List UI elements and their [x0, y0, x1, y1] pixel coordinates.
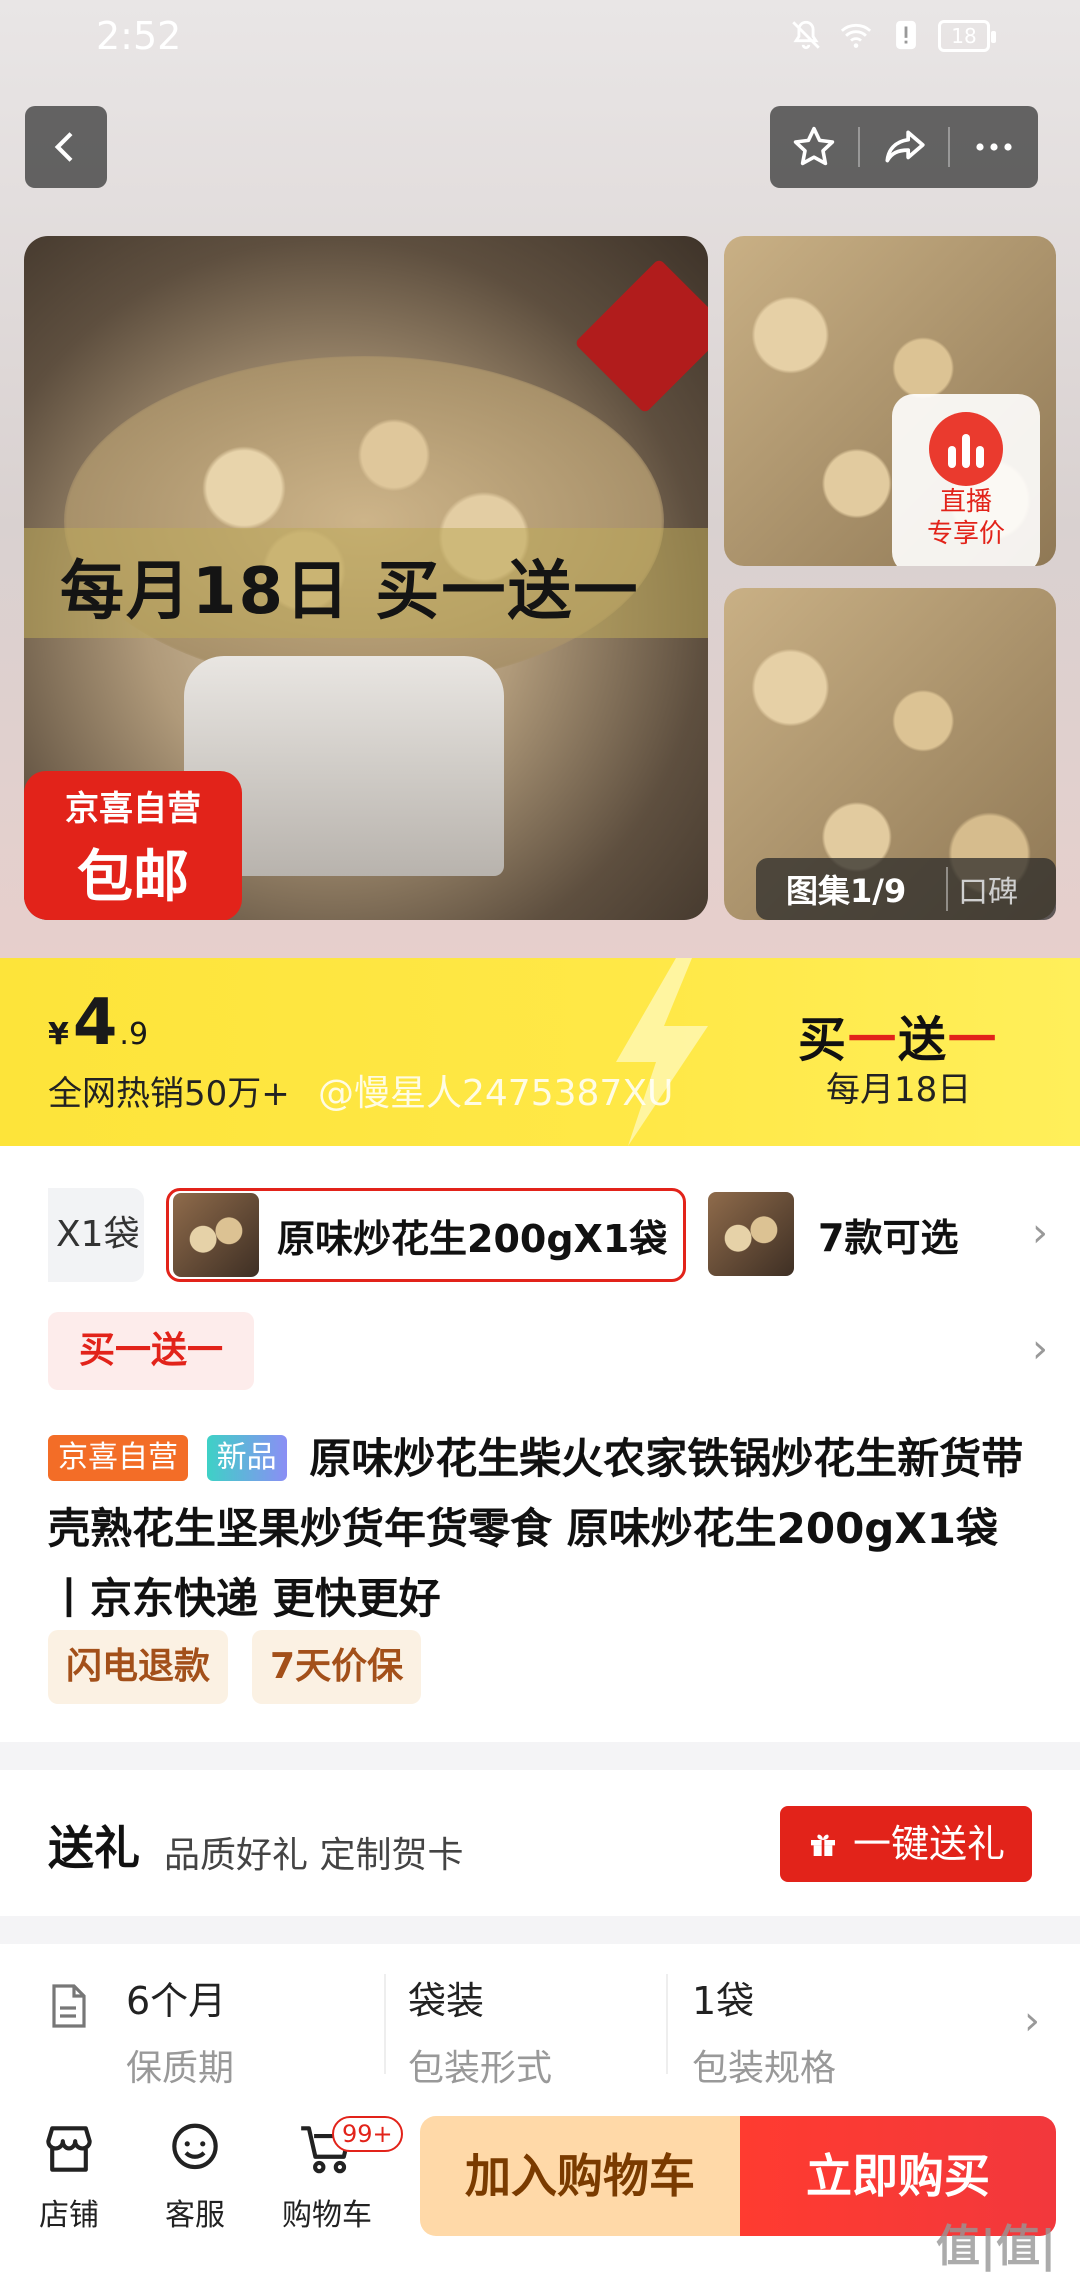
price: ¥ 4 .9: [48, 986, 148, 1060]
sku-thumbnail: [708, 1192, 794, 1276]
chat-icon: [172, 2123, 218, 2170]
spec-value: 6个月: [126, 1979, 227, 2023]
promo-row[interactable]: 买一送一 ›: [48, 1312, 1048, 1390]
store-icon: [46, 2126, 92, 2172]
hot-sales-text: 全网热销50万+: [48, 1074, 290, 1114]
status-time: 2:52: [96, 14, 182, 58]
store-button[interactable]: 店铺: [14, 2118, 124, 2234]
chevron-left-icon: [54, 132, 73, 162]
star-icon: [793, 126, 835, 166]
share-icon: [885, 130, 925, 163]
send-gift-button[interactable]: 一键送礼: [780, 1806, 1032, 1882]
promo-title: 买一送一: [798, 1000, 998, 1070]
gallery-switch[interactable]: 图集1/9 口碑: [756, 858, 1056, 920]
fu-decoration: [574, 258, 708, 414]
spec-key: 包装规格: [692, 2048, 837, 2089]
gift-title: 送礼: [48, 1821, 140, 1875]
header-actions: [770, 106, 1038, 188]
status-bar: 2:52 18: [0, 0, 1080, 80]
gift-section: 送礼 品质好礼 定制贺卡 一键送礼: [0, 1770, 1080, 1916]
promo-char: 送: [898, 1012, 949, 1068]
user-watermark: @慢星人2475387XU: [318, 1073, 674, 1114]
add-to-cart-button[interactable]: 加入购物车: [420, 2116, 740, 2236]
gift-icon: [810, 1834, 835, 1856]
lightning-icon: [616, 958, 708, 1146]
promo-date: 每月18日: [826, 1070, 972, 1110]
price-integer: 4: [72, 986, 118, 1060]
gift-subtitle: 品质好礼 定制贺卡: [164, 1835, 464, 1876]
side-image-top[interactable]: 直播 专享价: [724, 236, 1056, 566]
alert-icon: [888, 18, 924, 54]
self-operated-badge: 京喜自营 包邮: [24, 771, 242, 920]
badge-line1: 京喜自营: [65, 789, 201, 829]
live-icon: [929, 412, 1003, 486]
send-gift-label: 一键送礼: [852, 1822, 1005, 1866]
sku-more-label: 7款可选: [818, 1215, 959, 1260]
product-title-text: 原味炒花生柴火农家铁锅炒花生新货带壳熟花生坚果炒货年货零食 原味炒花生200gX…: [48, 1434, 1024, 1623]
more-button[interactable]: [950, 106, 1038, 188]
back-button[interactable]: [25, 106, 107, 188]
hero-section: 2:52 18 每月18日 买一送一 京喜自营 包邮 直播 专享价 图集1/9 …: [0, 0, 1080, 958]
self-operated-tag: 京喜自营: [48, 1435, 188, 1481]
spec-package-size: 1袋 包装规格: [692, 1970, 836, 2091]
service-tag[interactable]: 7天价保: [252, 1630, 422, 1704]
spec-value: 1袋: [692, 1979, 755, 2023]
promo-char: 买: [798, 1012, 849, 1068]
live-price-label: 专享价: [926, 519, 1005, 549]
more-icon: [976, 143, 1012, 151]
banner-text: 每月18日 买一送一: [60, 555, 640, 629]
document-icon: [52, 1984, 86, 2028]
sku-option-selected[interactable]: 原味炒花生200gX1袋: [166, 1188, 686, 1282]
cart-button[interactable]: 99+ 购物车: [272, 2116, 403, 2234]
chevron-right-icon[interactable]: ›: [1032, 1210, 1048, 1256]
price-currency: ¥: [48, 1017, 69, 1052]
sku-more[interactable]: 7款可选: [708, 1192, 958, 1276]
store-label: 店铺: [39, 2198, 99, 2233]
share-button[interactable]: [860, 106, 948, 188]
customer-service-button[interactable]: 客服: [140, 2118, 250, 2234]
cart-count-badge: 99+: [332, 2116, 403, 2152]
cart-label: 购物车: [282, 2198, 372, 2233]
promo-char: 一: [948, 1012, 999, 1068]
gallery-tab[interactable]: 图集1/9: [756, 866, 946, 912]
service-tag[interactable]: 闪电退款: [48, 1630, 229, 1704]
product-info-card: X1袋 原味炒花生200gX1袋 7款可选 › 买一送一 › 京喜自营 新品 原…: [0, 1146, 1080, 1742]
spec-key: 包装形式: [408, 2048, 553, 2089]
spec-shelf-life: 6个月 保质期: [126, 1970, 234, 2091]
mute-icon: [788, 18, 824, 54]
status-icons: 18: [788, 18, 996, 54]
price-decimal: .9: [119, 1017, 149, 1052]
reviews-tab[interactable]: 口碑: [946, 867, 1018, 911]
promo-char: 一: [848, 1012, 899, 1068]
live-label: 直播: [939, 487, 992, 517]
battery-icon: 18: [938, 20, 996, 52]
sku-selector: X1袋 原味炒花生200gX1袋 7款可选 ›: [48, 1188, 1048, 1284]
favorite-button[interactable]: [770, 106, 858, 188]
new-tag: 新品: [206, 1435, 287, 1481]
sku-option-prev[interactable]: X1袋: [48, 1188, 144, 1282]
service-tags: 闪电退款 7天价保: [48, 1630, 422, 1704]
divider: [666, 1974, 668, 2074]
divider: [384, 1974, 386, 2074]
bottom-action-bar: 店铺 客服 99+ 购物车 加入购物车 立即购买: [0, 2104, 1080, 2280]
badge-line2: 包邮: [77, 845, 189, 910]
site-watermark: 值|值|值: [936, 2221, 1057, 2272]
chevron-right-icon[interactable]: ›: [1024, 1998, 1040, 2044]
promo-tag: 买一送一: [48, 1312, 254, 1390]
price-strip: ¥ 4 .9 全网热销50万+ @慢星人2475387XU 买一送一 每月18日: [0, 958, 1080, 1146]
chevron-right-icon[interactable]: ›: [1032, 1326, 1048, 1372]
product-title: 京喜自营 新品 原味炒花生柴火农家铁锅炒花生新货带壳熟花生坚果炒货年货零食 原味…: [48, 1424, 1038, 1634]
spec-value: 袋装: [408, 1979, 485, 2023]
sku-label: 原味炒花生200gX1袋: [277, 1216, 668, 1261]
live-price-badge[interactable]: 直播 专享价: [892, 394, 1040, 566]
sku-thumbnail: [173, 1193, 259, 1277]
customer-service-label: 客服: [165, 2198, 225, 2233]
spec-package-type: 袋装 包装形式: [408, 1970, 552, 2091]
main-product-image[interactable]: 每月18日 买一送一 京喜自营 包邮: [24, 236, 708, 920]
wifi-icon: [838, 18, 874, 54]
spec-section[interactable]: 6个月 保质期 袋装 包装形式 1袋 包装规格 ›: [0, 1944, 1080, 2104]
spec-key: 保质期: [126, 2048, 235, 2089]
